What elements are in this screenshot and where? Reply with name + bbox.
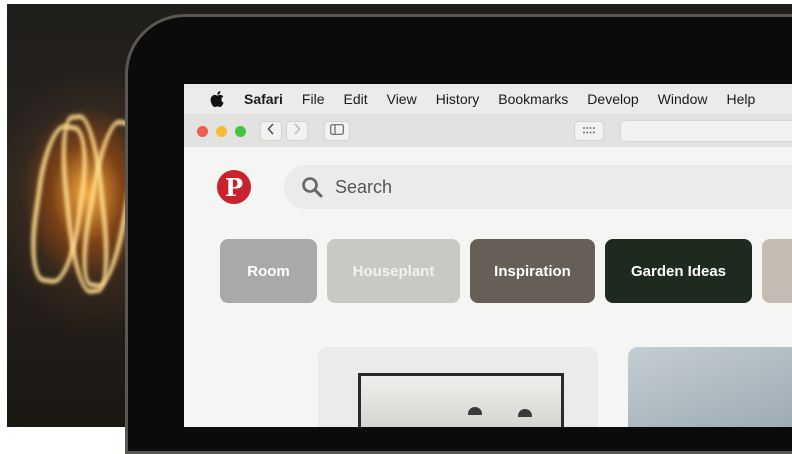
apple-icon[interactable] [208,90,226,108]
sidebar-icon [330,122,344,140]
chip-label: Inspiration [494,262,571,280]
pin-card-sky[interactable] [628,347,792,427]
chip-inspiration[interactable]: Inspiration [470,239,595,303]
grid-icon [582,122,596,140]
zoom-window-button[interactable] [235,125,246,137]
back-button[interactable] [260,121,282,141]
address-bar[interactable] [620,120,792,142]
pin-card-interior[interactable] [318,347,598,427]
chevron-right-icon [293,122,301,140]
search-input[interactable]: Search [284,165,792,209]
chip-room[interactable]: Room [220,239,317,303]
tab-overview-button[interactable] [574,121,604,141]
chip-houseplant[interactable]: Houseplant [327,239,460,303]
menu-app-safari[interactable]: Safari [244,91,283,107]
chip-label: Room [247,262,290,280]
menu-view[interactable]: View [387,91,417,107]
laptop-screen: Safari File Edit View History Bookmarks … [184,84,792,427]
menu-window[interactable]: Window [658,91,708,107]
chip-partial[interactable] [762,239,792,303]
menu-bookmarks[interactable]: Bookmarks [498,91,568,107]
pin-image-lamp [518,409,532,417]
pin-image-lamp [468,407,482,415]
menu-edit[interactable]: Edit [343,91,367,107]
mac-menubar: Safari File Edit View History Bookmarks … [184,84,792,115]
minimize-window-button[interactable] [216,125,227,137]
pin-image-doorway [358,373,564,427]
sidebar-button[interactable] [324,121,350,141]
search-placeholder: Search [335,176,393,197]
chevron-left-icon [267,122,275,140]
menu-help[interactable]: Help [726,91,755,107]
pinterest-logo-icon[interactable]: P [217,170,251,204]
menu-history[interactable]: History [436,91,480,107]
forward-button[interactable] [286,121,308,141]
menu-develop[interactable]: Develop [587,91,638,107]
safari-toolbar [184,115,792,148]
chip-label: Garden Ideas [630,262,727,280]
pinterest-page: P Search Room Houseplant Inspiration Gar… [184,147,792,427]
close-window-button[interactable] [197,125,208,137]
chip-label: Houseplant [352,262,435,280]
pinterest-logo-letter: P [224,172,244,202]
chip-garden-ideas[interactable]: Garden Ideas [605,239,752,303]
menu-file[interactable]: File [302,91,325,107]
search-icon [301,176,323,198]
